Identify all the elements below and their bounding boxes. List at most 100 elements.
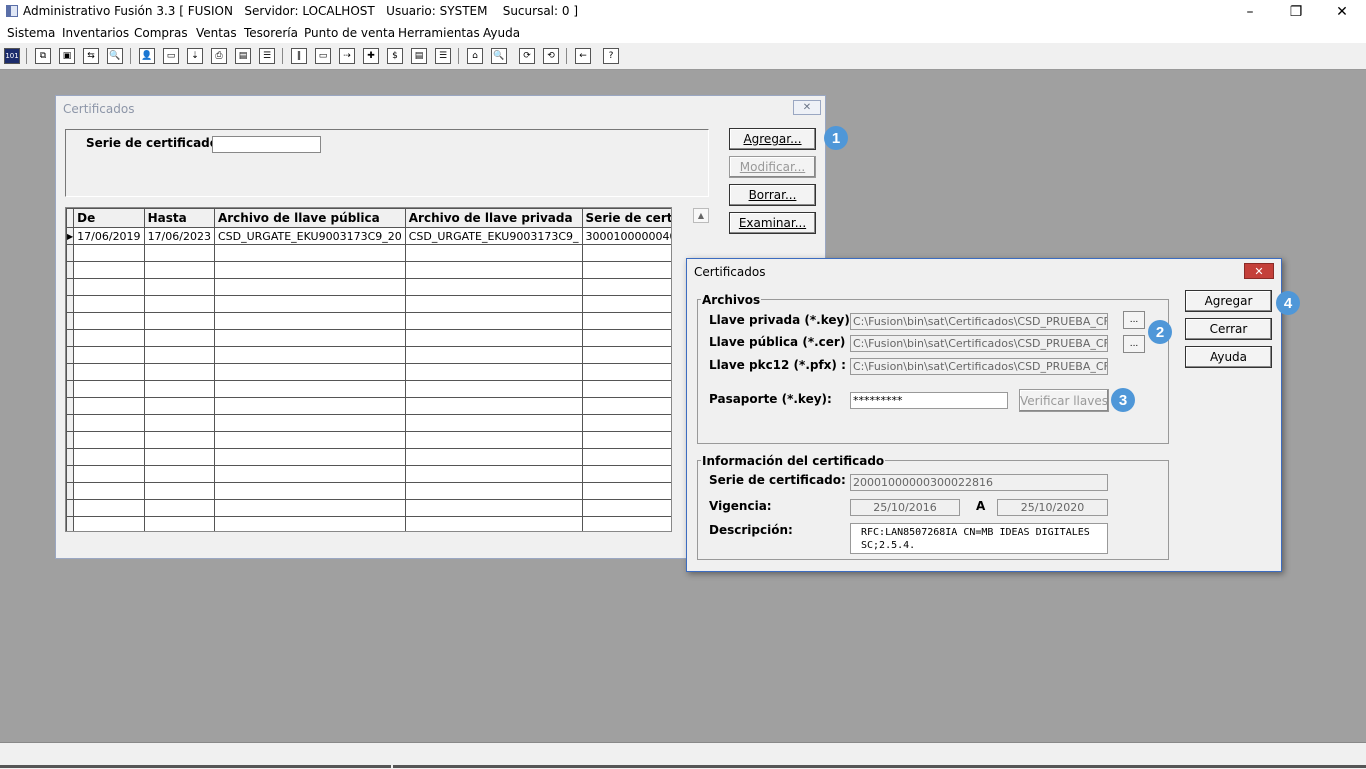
table-row[interactable] <box>66 329 671 347</box>
table-row[interactable]: ▶ 17/06/2019 17/06/2023 CSD_URGATE_EKU90… <box>66 227 671 245</box>
table-cell <box>404 363 583 381</box>
table-cell <box>143 448 215 466</box>
table-row[interactable] <box>66 465 671 483</box>
table-row[interactable] <box>66 380 671 398</box>
cell-hasta: 17/06/2023 <box>143 227 215 245</box>
column-header-de[interactable]: De <box>73 208 145 228</box>
llave-publica-field[interactable]: C:\Fusion\bin\sat\Certificados\CSD_PRUEB… <box>850 335 1108 352</box>
table-cell <box>581 329 671 347</box>
table-row[interactable] <box>66 482 671 500</box>
print-icon[interactable]: ⎙ <box>211 48 227 64</box>
close-icon[interactable]: ✕ <box>793 100 821 115</box>
lines-icon[interactable]: ☰ <box>435 48 451 64</box>
user-icon[interactable]: 👤 <box>139 48 155 64</box>
toolbar-separator <box>282 48 283 64</box>
examinar-button[interactable]: Examinar... <box>729 212 816 234</box>
sheet-icon[interactable]: ▤ <box>411 48 427 64</box>
undo-icon[interactable]: ⟲ <box>543 48 559 64</box>
table-row[interactable] <box>66 363 671 381</box>
borrar-button[interactable]: Borrar... <box>729 184 816 206</box>
table-cell <box>581 397 671 415</box>
vigencia-hasta-field[interactable]: 25/10/2020 <box>997 499 1108 516</box>
restore-button[interactable]: ❐ <box>1273 0 1319 23</box>
agregar-button[interactable]: Agregar <box>1185 290 1272 312</box>
table-cell <box>404 278 583 296</box>
table-row[interactable] <box>66 414 671 432</box>
cell-llave-publica: CSD_URGATE_EKU9003173C9_20 <box>213 227 406 245</box>
descripcion-field[interactable]: RFC:LAN8507268IA CN=MB IDEAS DIGITALES S… <box>850 523 1108 554</box>
list-icon[interactable]: ▤ <box>235 48 251 64</box>
serie-input[interactable] <box>212 136 321 153</box>
scroll-up-icon[interactable]: ▲ <box>693 208 709 223</box>
browse-publica-button[interactable]: ... <box>1123 335 1145 353</box>
table-row[interactable] <box>66 397 671 415</box>
table-row[interactable] <box>66 448 671 466</box>
row-header <box>66 346 75 364</box>
cerrar-button[interactable]: Cerrar <box>1185 318 1272 340</box>
table-row[interactable] <box>66 312 671 330</box>
columns-icon[interactable]: ‖ <box>291 48 307 64</box>
table-row[interactable] <box>66 244 671 262</box>
llave-privada-field[interactable]: C:\Fusion\bin\sat\Certificados\CSD_PRUEB… <box>850 313 1108 330</box>
table-row[interactable] <box>66 431 671 449</box>
column-header-llave-publica[interactable]: Archivo de llave pública <box>213 208 406 228</box>
pasaporte-input[interactable]: ********* <box>850 392 1008 409</box>
table-cell <box>73 278 145 296</box>
menu-punto-de-venta[interactable]: Punto de venta <box>304 26 395 40</box>
zoom-icon[interactable]: 🔍 <box>491 48 507 64</box>
modificar-button[interactable]: Modificar... <box>729 156 816 178</box>
money-icon[interactable]: $ <box>387 48 403 64</box>
llave-pkc12-field[interactable]: C:\Fusion\bin\sat\Certificados\CSD_PRUEB… <box>850 358 1108 375</box>
menu-ayuda[interactable]: Ayuda <box>483 26 520 40</box>
table-cell <box>404 414 583 432</box>
serie-certificado-label: Serie de certificado: <box>709 473 846 487</box>
box-icon[interactable]: ▭ <box>315 48 331 64</box>
minimize-button[interactable]: – <box>1227 0 1273 23</box>
calculator-icon[interactable]: 101 <box>4 48 20 64</box>
search-icon[interactable]: 🔍 <box>107 48 123 64</box>
back-arrow-icon[interactable]: ← <box>575 48 591 64</box>
table-row[interactable] <box>66 516 671 531</box>
window-icon[interactable]: ⧉ <box>35 48 51 64</box>
refresh-icon[interactable]: ⟳ <box>519 48 535 64</box>
menu-inventarios[interactable]: Inventarios <box>62 26 129 40</box>
table-cell <box>581 499 671 517</box>
table-row[interactable] <box>66 278 671 296</box>
column-header-hasta[interactable]: Hasta <box>143 208 215 228</box>
row-header <box>66 261 75 279</box>
help-icon[interactable]: ? <box>603 48 619 64</box>
close-icon[interactable]: ✕ <box>1244 263 1274 279</box>
transfer-icon[interactable]: ⇆ <box>83 48 99 64</box>
table-row[interactable] <box>66 499 671 517</box>
table-row[interactable] <box>66 261 671 279</box>
cell-de: 17/06/2019 <box>73 227 145 245</box>
serie-certificado-field[interactable]: 20001000000300022816 <box>850 474 1108 491</box>
download-icon[interactable]: ⇣ <box>187 48 203 64</box>
table-row[interactable] <box>66 346 671 364</box>
report-icon[interactable]: ☰ <box>259 48 275 64</box>
table-cell <box>213 295 406 313</box>
close-button[interactable]: ✕ <box>1319 0 1365 23</box>
menu-herramientas[interactable]: Herramientas <box>398 26 480 40</box>
verificar-llaves-button[interactable]: Verificar llaves <box>1019 389 1109 412</box>
document-icon[interactable]: ▣ <box>59 48 75 64</box>
table-cell <box>581 261 671 279</box>
ayuda-button[interactable]: Ayuda <box>1185 346 1272 368</box>
agregar-button[interactable]: Agregar... <box>729 128 816 150</box>
add-icon[interactable]: ✚ <box>363 48 379 64</box>
column-header-llave-privada[interactable]: Archivo de llave privada <box>404 208 583 228</box>
certificates-grid[interactable]: De Hasta Archivo de llave pública Archiv… <box>65 207 672 532</box>
folder-icon[interactable]: ▭ <box>163 48 179 64</box>
column-header-serie[interactable]: Serie de certificado <box>581 208 671 228</box>
row-header <box>66 448 75 466</box>
export-icon[interactable]: ⇢ <box>339 48 355 64</box>
menu-sistema[interactable]: Sistema <box>7 26 55 40</box>
browse-privada-button[interactable]: ... <box>1123 311 1145 329</box>
menu-ventas[interactable]: Ventas <box>196 26 237 40</box>
dialog-title: Certificados <box>694 265 766 279</box>
home-icon[interactable]: ⌂ <box>467 48 483 64</box>
table-row[interactable] <box>66 295 671 313</box>
menu-tesoreria[interactable]: Tesorería <box>244 26 298 40</box>
vigencia-desde-field[interactable]: 25/10/2016 <box>850 499 960 516</box>
menu-compras[interactable]: Compras <box>134 26 188 40</box>
